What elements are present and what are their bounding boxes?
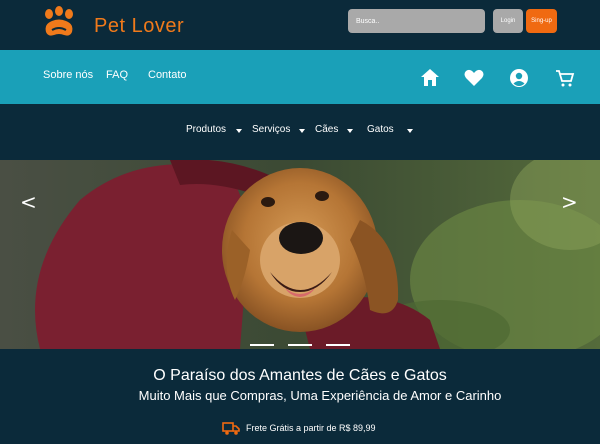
chevron-down-icon[interactable] <box>299 129 305 133</box>
paw-logo-icon[interactable] <box>40 6 78 40</box>
shipping-notice: Frete Grátis a partir de R$ 89,99 <box>222 419 376 437</box>
hero-image <box>0 160 600 349</box>
chevron-down-icon[interactable] <box>347 129 353 133</box>
nav-link-sobre[interactable]: Sobre nós <box>43 69 93 81</box>
carousel-next-button[interactable]: > <box>561 190 578 214</box>
search-input[interactable] <box>348 9 485 33</box>
hero-carousel[interactable] <box>0 160 600 349</box>
carousel-dot[interactable] <box>250 344 274 346</box>
brand-name[interactable]: Pet Lover <box>94 15 184 38</box>
nav-link-contato[interactable]: Contato <box>148 69 187 81</box>
chevron-down-icon[interactable] <box>407 129 413 133</box>
login-button[interactable]: Login <box>493 9 523 33</box>
home-icon[interactable] <box>420 68 440 88</box>
category-servicos[interactable]: Serviços <box>252 124 290 135</box>
category-caes[interactable]: Cães <box>315 124 338 135</box>
carousel-dot[interactable] <box>326 344 350 346</box>
top-nav: Sobre nós FAQ Contato <box>0 50 600 104</box>
user-icon[interactable] <box>509 68 529 88</box>
cart-icon[interactable] <box>555 68 575 88</box>
category-nav: Produtos Serviços Cães Gatos <box>0 104 600 160</box>
truck-icon <box>222 422 240 435</box>
shipping-text: Frete Grátis a partir de R$ 89,99 <box>246 423 376 433</box>
site-header: Pet Lover Login Sing-up <box>0 0 600 50</box>
nav-link-faq[interactable]: FAQ <box>106 69 128 81</box>
chevron-down-icon[interactable] <box>236 129 242 133</box>
carousel-dot[interactable] <box>288 344 312 346</box>
carousel-prev-button[interactable]: < <box>20 190 37 214</box>
hero-subtitle: Muito Mais que Compras, Uma Experiência … <box>138 388 502 403</box>
hero-title: O Paraíso dos Amantes de Cães e Gatos <box>153 367 447 384</box>
signup-button[interactable]: Sing-up <box>526 9 557 33</box>
category-gatos[interactable]: Gatos <box>367 124 394 135</box>
heart-icon[interactable] <box>464 68 484 88</box>
category-produtos[interactable]: Produtos <box>186 124 226 135</box>
